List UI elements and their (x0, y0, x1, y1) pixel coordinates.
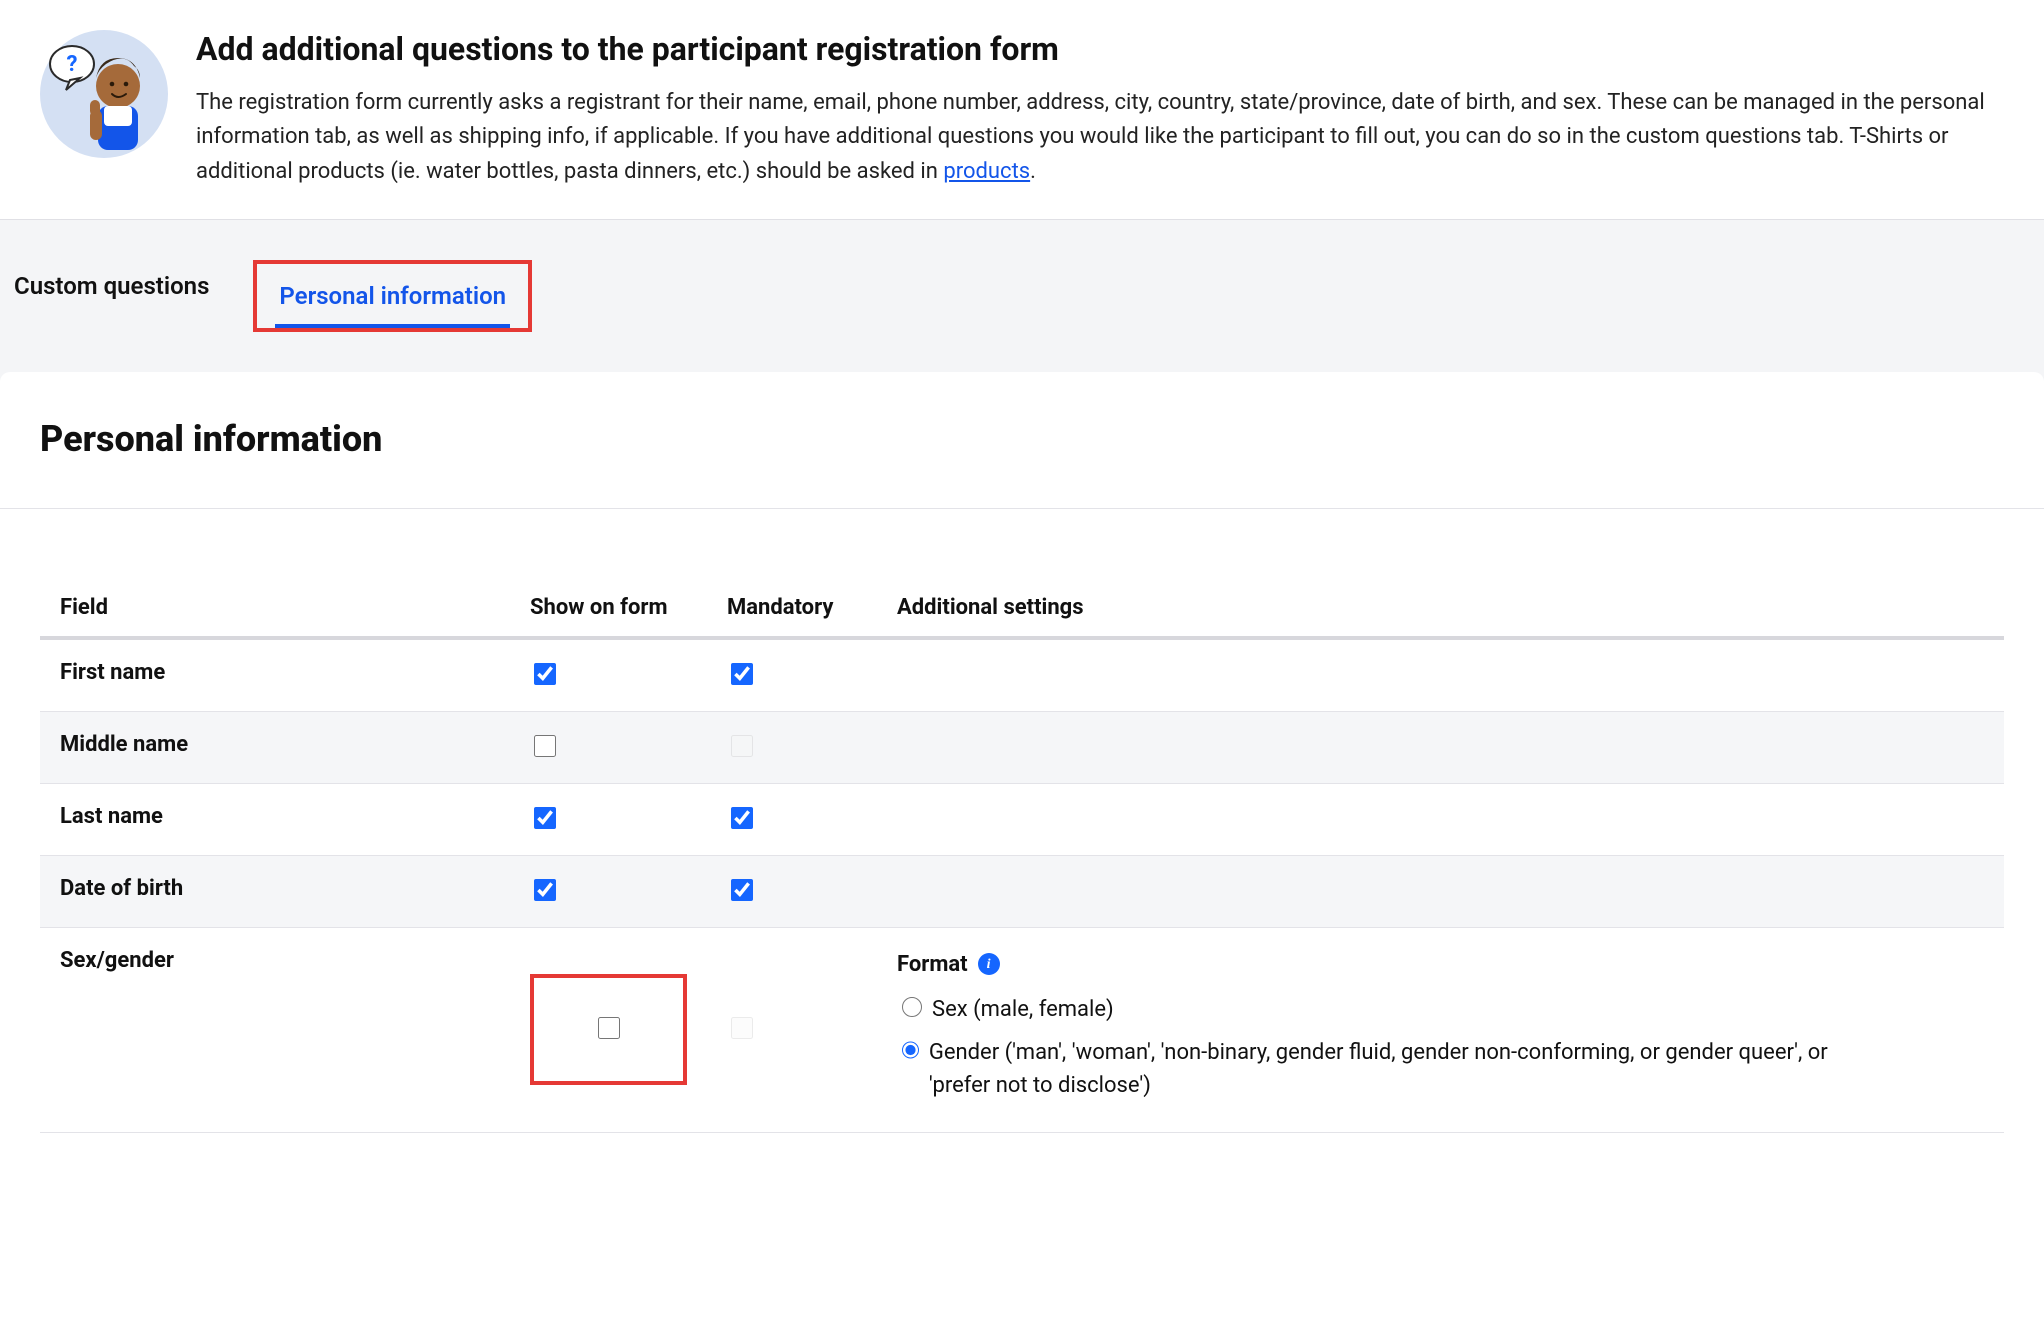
header-description-text: The registration form currently asks a r… (196, 90, 1985, 183)
personal-information-panel: Personal information Field Show on form … (0, 372, 2044, 1153)
radio-gender[interactable] (902, 1040, 919, 1060)
col-header-mandatory: Mandatory (707, 579, 877, 638)
svg-text:?: ? (67, 52, 78, 77)
info-icon[interactable]: i (978, 953, 1000, 975)
checkbox-sex-gender-mandatory (731, 1017, 753, 1039)
field-label-middle-name: Middle name (40, 711, 510, 783)
help-avatar-icon: ? (40, 30, 168, 158)
field-label-sex-gender: Sex/gender (40, 927, 510, 1132)
header-description: The registration form currently asks a r… (196, 86, 2004, 188)
checkbox-middle-name-mandatory (731, 735, 753, 757)
table-row: Middle name (40, 711, 2004, 783)
fields-table: Field Show on form Mandatory Additional … (40, 579, 2004, 1133)
checkbox-sex-gender-show[interactable] (598, 1017, 620, 1039)
table-row: Last name (40, 783, 2004, 855)
col-header-additional: Additional settings (877, 579, 2004, 638)
tab-custom-questions[interactable]: Custom questions (10, 260, 213, 332)
highlight-frame-checkbox (530, 974, 687, 1085)
panel-divider (0, 508, 2044, 509)
format-label: Format (897, 948, 968, 981)
checkbox-dob-show[interactable] (534, 879, 556, 901)
checkbox-dob-mandatory[interactable] (731, 879, 753, 901)
radio-option-gender[interactable]: Gender ('man', 'woman', 'non-binary, gen… (897, 1036, 1877, 1102)
field-label-dob: Date of birth (40, 855, 510, 927)
tab-personal-information[interactable]: Personal information (275, 270, 510, 322)
table-row: First name (40, 638, 2004, 712)
field-label-first-name: First name (40, 638, 510, 712)
products-link[interactable]: products (943, 159, 1030, 184)
header-title: Add additional questions to the particip… (196, 30, 2004, 68)
checkbox-first-name-show[interactable] (534, 663, 556, 685)
table-row: Date of birth (40, 855, 2004, 927)
field-label-last-name: Last name (40, 783, 510, 855)
radio-sex-label: Sex (male, female) (932, 993, 1114, 1026)
radio-option-sex[interactable]: Sex (male, female) (897, 993, 1877, 1026)
checkbox-first-name-mandatory[interactable] (731, 663, 753, 685)
checkbox-last-name-mandatory[interactable] (731, 807, 753, 829)
col-header-show: Show on form (510, 579, 707, 638)
highlight-frame-tab: Personal information (253, 260, 532, 332)
header-description-post: . (1030, 159, 1036, 184)
radio-sex[interactable] (902, 997, 922, 1017)
sex-gender-settings: Format i Sex (male, female) Gender ('man… (897, 948, 1984, 1102)
panel-title: Personal information (40, 418, 2004, 460)
table-row: Sex/gender Format i Se (40, 927, 2004, 1132)
col-header-field: Field (40, 579, 510, 638)
header-banner: ? Add additional questions to the partic… (0, 0, 2044, 219)
checkbox-last-name-show[interactable] (534, 807, 556, 829)
checkbox-middle-name-show[interactable] (534, 735, 556, 757)
radio-gender-label: Gender ('man', 'woman', 'non-binary, gen… (929, 1036, 1877, 1102)
